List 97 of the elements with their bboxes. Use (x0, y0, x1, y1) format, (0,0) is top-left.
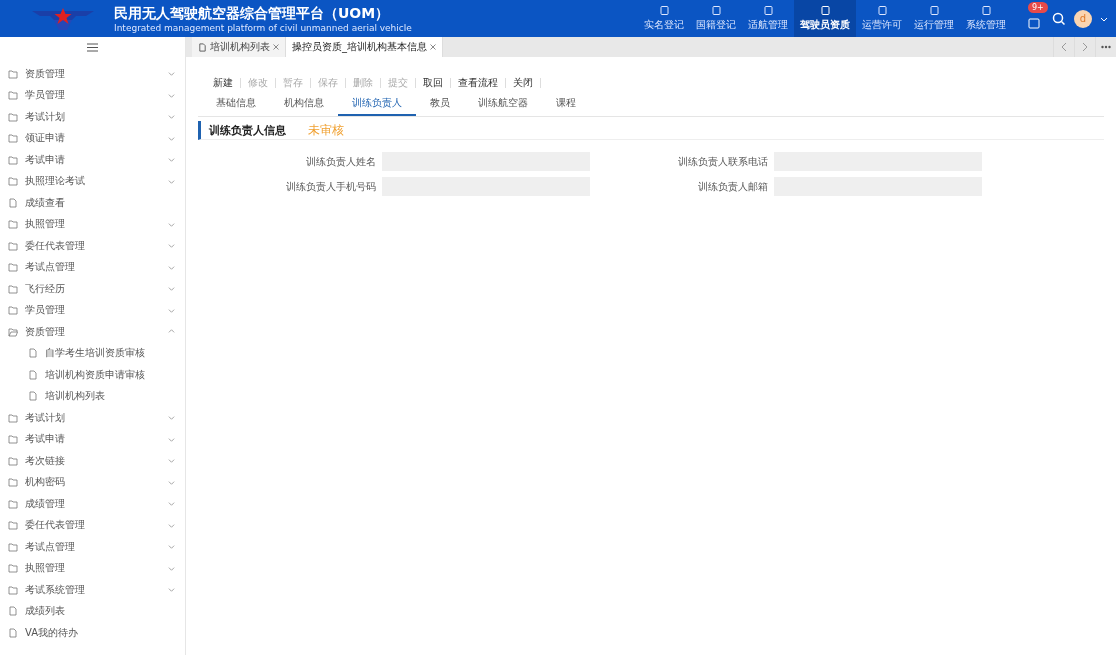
sidebar-item[interactable]: 执照理论考试 (0, 170, 185, 192)
document-icon (198, 42, 207, 52)
folder-icon (8, 563, 18, 574)
folder-icon (8, 240, 18, 251)
sidebar-item[interactable]: 考试申请 (0, 149, 185, 171)
page-tab[interactable]: 培训机构列表 (192, 37, 286, 57)
folder-icon (8, 455, 18, 466)
folder-icon (8, 262, 18, 273)
sidebar-item[interactable]: 成绩查看 (0, 192, 185, 214)
review-status: 未审核 (308, 121, 344, 139)
sidebar-item[interactable]: 培训机构资质申请审核 (0, 364, 185, 386)
sidebar-item[interactable]: 考试计划 (0, 106, 185, 128)
form-tab[interactable]: 机构信息 (270, 93, 338, 116)
document-icon (8, 197, 18, 208)
sidebar-item[interactable]: 领证申请 (0, 127, 185, 149)
folder-icon (8, 520, 18, 531)
nav-tab[interactable]: 系统管理 (960, 0, 1012, 37)
form-tab[interactable]: 课程 (542, 93, 590, 116)
more-icon[interactable] (1101, 45, 1111, 49)
nav-icon (658, 5, 670, 16)
folder-icon (8, 541, 18, 552)
folder-icon (8, 154, 18, 165)
notification-badge: 9+ (1028, 1, 1048, 13)
toolbar-button[interactable]: 取回 (416, 76, 450, 90)
form-tab[interactable]: 基础信息 (202, 93, 270, 116)
sidebar-item[interactable]: 成绩列表 (0, 600, 185, 622)
sidebar-item[interactable]: VA我的待办 (0, 622, 185, 644)
nav-tab[interactable]: 适航管理 (742, 0, 794, 37)
sidebar-item[interactable]: 成绩管理 (0, 493, 185, 515)
folder-icon (8, 584, 18, 595)
chevron-right-icon[interactable] (1082, 43, 1088, 51)
nav-icon (980, 5, 992, 16)
open-folder-icon (8, 326, 18, 337)
sidebar-item[interactable]: 飞行经历 (0, 278, 185, 300)
sidebar-item[interactable]: 考试点管理 (0, 536, 185, 558)
folder-icon (8, 283, 18, 294)
sidebar-item[interactable]: 资质管理 (0, 63, 185, 85)
folder-icon (8, 133, 18, 144)
sidebar-item[interactable]: 培训机构列表 (0, 385, 185, 407)
folder-icon (8, 305, 18, 316)
close-icon[interactable] (273, 44, 279, 50)
nav-icon (762, 5, 774, 16)
folder-icon (8, 111, 18, 122)
sidebar-item[interactable]: 委任代表管理 (0, 514, 185, 536)
nav-icon (928, 5, 940, 16)
nav-tab[interactable]: 实名登记 (638, 0, 690, 37)
menu-icon[interactable] (87, 42, 98, 52)
nav-tab[interactable]: 运行管理 (908, 0, 960, 37)
folder-icon (8, 477, 18, 488)
sidebar-item[interactable]: 委任代表管理 (0, 235, 185, 257)
document-icon (28, 391, 38, 402)
sidebar-item[interactable]: 资质管理 (0, 321, 185, 343)
close-icon[interactable] (430, 44, 436, 50)
folder-icon (8, 68, 18, 79)
field-label: 训练负责人姓名 (305, 154, 376, 169)
sidebar-item[interactable]: 执照管理 (0, 213, 185, 235)
sidebar-item[interactable]: 学员管理 (0, 299, 185, 321)
form-tab[interactable]: 教员 (416, 93, 464, 116)
nav-tab[interactable]: 驾驶员资质 (794, 0, 856, 37)
sidebar-item[interactable]: 考次链接 (0, 450, 185, 472)
toolbar-button[interactable]: 新建 (206, 76, 240, 90)
folder-icon (8, 176, 18, 187)
field-label: 训练负责人手机号码 (285, 179, 376, 194)
field-label: 训练负责人联系电话 (677, 154, 768, 169)
sidebar-item[interactable]: 执照管理 (0, 557, 185, 579)
section-title: 训练负责人信息 (209, 122, 286, 138)
folder-icon (8, 498, 18, 509)
document-icon (28, 348, 38, 359)
folder-icon (8, 412, 18, 423)
document-icon (8, 627, 18, 638)
form-tab[interactable]: 训练负责人 (338, 93, 416, 116)
form-tab[interactable]: 训练航空器 (464, 93, 542, 116)
sidebar-item[interactable]: 考试系统管理 (0, 579, 185, 601)
document-icon (8, 606, 18, 617)
sidebar-item[interactable]: 考试点管理 (0, 256, 185, 278)
nav-tab[interactable]: 运营许可 (856, 0, 908, 37)
search-icon[interactable] (1052, 11, 1066, 26)
folder-icon (8, 434, 18, 445)
chevron-left-icon[interactable] (1061, 43, 1067, 51)
sidebar-item[interactable]: 自学考生培训资质审核 (0, 342, 185, 364)
sidebar-item[interactable]: 学员管理 (0, 84, 185, 106)
nav-icon (876, 5, 888, 16)
app-title: 民用无人驾驶航空器综合管理平台（UOM） (114, 4, 391, 23)
sidebar-item[interactable]: 考试计划 (0, 407, 185, 429)
sidebar-item[interactable]: 机构密码 (0, 471, 185, 493)
folder-icon (8, 219, 18, 230)
field-label: 训练负责人邮箱 (697, 179, 768, 194)
nav-tab[interactable]: 国籍登记 (690, 0, 742, 37)
nav-icon (819, 5, 831, 16)
toolbar-button[interactable]: 关闭 (506, 76, 540, 90)
document-icon (28, 369, 38, 380)
folder-icon (8, 90, 18, 101)
nav-icon (710, 5, 722, 16)
app-subtitle: Integrated management platform of civil unmanned aerial vehicle (114, 22, 412, 33)
page-tab[interactable]: 操控员资质_培训机构基本信息 (286, 37, 443, 57)
sidebar-item[interactable]: 考试申请 (0, 428, 185, 450)
toolbar-button[interactable]: 查看流程 (451, 76, 505, 90)
